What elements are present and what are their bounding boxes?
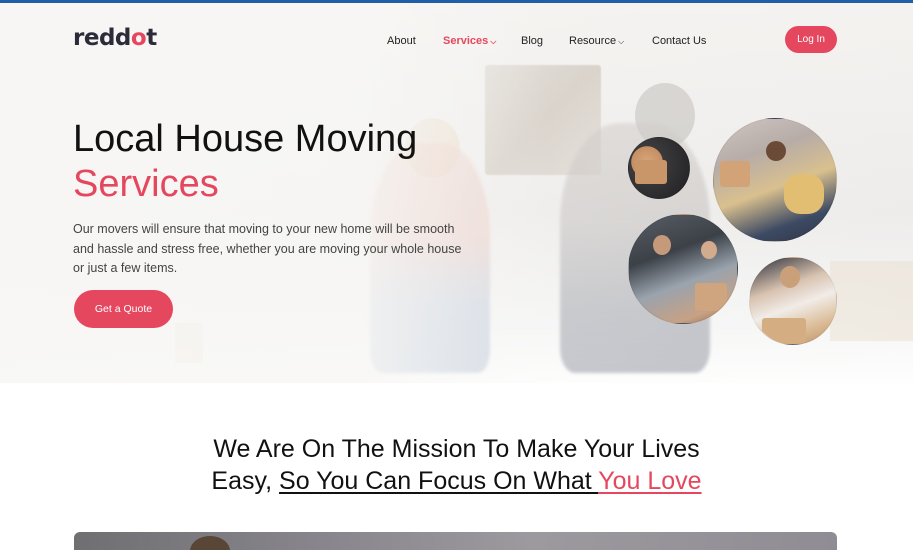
logo-text-accent: o bbox=[130, 25, 147, 51]
person-image bbox=[766, 141, 786, 161]
hero-photo-circle bbox=[628, 137, 690, 199]
moving-box-image bbox=[695, 283, 727, 311]
mission-text-underlined: So You Can Focus On What bbox=[279, 467, 599, 495]
nav-item-label: About bbox=[387, 35, 416, 47]
video-banner-preview bbox=[74, 532, 837, 550]
nav-item-resource[interactable]: Resource ⌵ bbox=[569, 35, 624, 47]
hero-title: Local House Moving bbox=[73, 118, 418, 160]
top-navigation: reddot About Services ⌵ Blog Resource ⌵ Co… bbox=[0, 3, 913, 73]
hero-title-accent: Services bbox=[73, 163, 219, 205]
nav-item-label: Resource bbox=[569, 35, 617, 47]
nav-item-label: Services bbox=[443, 35, 489, 47]
nav-item-about[interactable]: About bbox=[387, 35, 416, 47]
person-image bbox=[190, 536, 230, 550]
reddot-logo[interactable]: reddot bbox=[73, 25, 157, 51]
chevron-down-icon: ⌵ bbox=[618, 37, 625, 46]
mission-line-2: Easy, So You Can Focus On What You Love bbox=[0, 465, 913, 497]
moving-box-image bbox=[762, 318, 806, 344]
nav-item-services[interactable]: Services ⌵ bbox=[443, 35, 496, 47]
moving-box-image bbox=[720, 161, 750, 187]
person-image bbox=[780, 266, 800, 288]
person-image bbox=[701, 241, 717, 259]
hero-description: Our movers will ensure that moving to yo… bbox=[73, 222, 462, 275]
nav-item-label: Blog bbox=[521, 35, 544, 47]
nav-item-label: Contact Us bbox=[652, 35, 707, 47]
hero-photo-circle bbox=[713, 118, 837, 242]
chevron-down-icon: ⌵ bbox=[490, 37, 497, 46]
hero-photo-circle bbox=[628, 214, 738, 324]
person-image bbox=[784, 174, 824, 214]
moving-box-image bbox=[635, 160, 667, 184]
nav-item-contact-us[interactable]: Contact Us bbox=[652, 35, 706, 47]
mission-text-accent: You Love bbox=[598, 467, 702, 495]
person-image bbox=[653, 235, 671, 255]
mission-text: Easy, bbox=[211, 467, 280, 495]
nav-item-blog[interactable]: Blog bbox=[521, 35, 543, 47]
get-a-quote-button[interactable]: Get a Quote bbox=[74, 290, 173, 328]
logo-text: t bbox=[146, 25, 157, 51]
hero-photo-circle bbox=[749, 257, 837, 345]
mission-heading: We Are On The Mission To Make Your Lives… bbox=[0, 433, 913, 497]
login-button[interactable]: Log In bbox=[785, 26, 837, 53]
mission-line-1: We Are On The Mission To Make Your Lives bbox=[213, 435, 700, 463]
logo-text: redd bbox=[73, 25, 131, 51]
